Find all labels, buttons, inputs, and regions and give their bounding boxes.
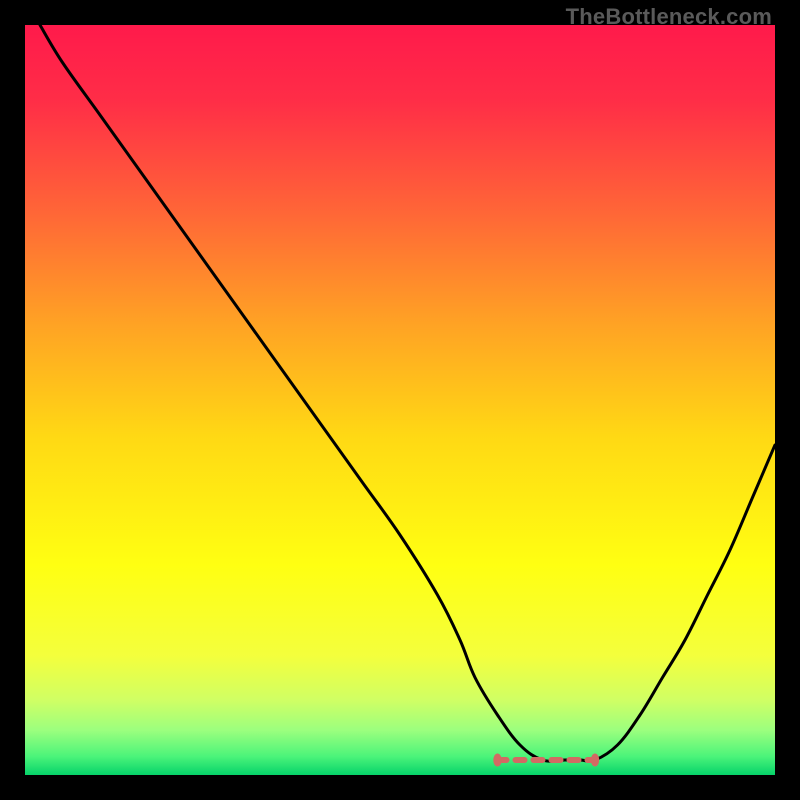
flat-zone-end-dot xyxy=(591,754,599,767)
flat-zone-start-dot xyxy=(493,754,501,767)
watermark-text: TheBottleneck.com xyxy=(566,4,772,30)
curve-layer xyxy=(25,25,775,775)
bottleneck-curve xyxy=(40,25,775,761)
chart-frame: TheBottleneck.com xyxy=(0,0,800,800)
plot-area xyxy=(25,25,775,775)
